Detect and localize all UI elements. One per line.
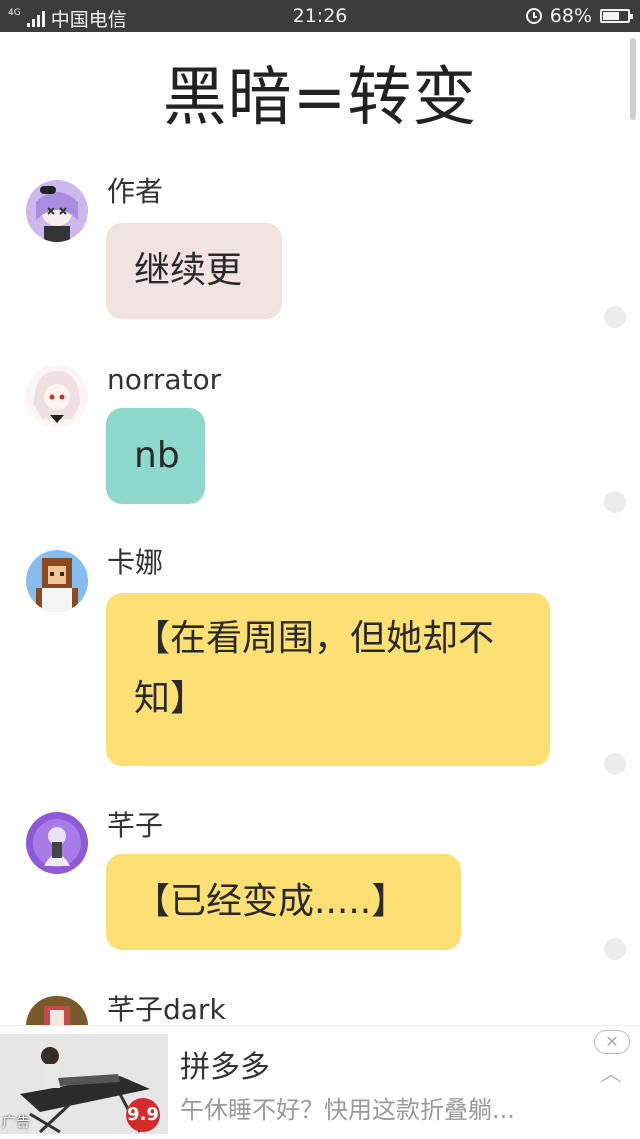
sender-name: 芊子 <box>107 809 164 842</box>
avatar-icon <box>26 180 88 242</box>
message-bubble[interactable]: 【已经变成.....】 <box>106 854 461 950</box>
page-title: 黑暗=转变 <box>162 61 478 135</box>
avatar-icon <box>26 365 88 427</box>
message-bubble[interactable]: nb <box>106 408 205 504</box>
alarm-icon <box>525 8 542 24</box>
ad-price-badge: 9.9 <box>126 1098 160 1132</box>
avatar[interactable] <box>26 996 88 1026</box>
message-indicator-dot <box>604 306 626 328</box>
chevron-up-icon[interactable]: ︿ <box>600 1056 622 1088</box>
avatar-icon <box>26 996 88 1026</box>
avatar[interactable] <box>26 550 88 612</box>
message-bubble[interactable]: 继续更 <box>106 223 282 319</box>
ad-banner[interactable]: 9.9 广告 拼多多 午休睡不好？快用这款折叠躺... ✕ ︿ <box>0 1025 640 1139</box>
avatar[interactable] <box>26 812 88 874</box>
close-icon[interactable]: ✕ <box>594 1030 630 1054</box>
message-indicator-dot <box>604 938 626 960</box>
battery-icon <box>600 9 633 23</box>
avatar-icon <box>26 812 88 874</box>
ad-image[interactable]: 9.9 广告 <box>0 1034 168 1134</box>
battery-percent: 68% <box>549 5 592 27</box>
message-indicator-dot <box>604 491 626 513</box>
avatar[interactable] <box>26 365 88 427</box>
message-indicator-dot <box>604 753 626 775</box>
sender-name: 芊子dark <box>107 993 226 1026</box>
ad-description[interactable]: 午休睡不好？快用这款折叠躺... <box>180 1090 515 1125</box>
sender-name: 卡娜 <box>107 546 164 579</box>
ad-label: 广告 <box>2 1115 30 1131</box>
sender-name: 作者 <box>107 175 164 208</box>
status-right: 68% <box>525 5 633 27</box>
avatar[interactable] <box>26 180 88 242</box>
sender-name: norrator <box>107 363 222 396</box>
ad-title[interactable]: 拼多多 <box>180 1042 270 1086</box>
message-bubble[interactable]: 【在看周围，但她却不知】 <box>106 593 550 766</box>
battery-fill <box>603 12 619 20</box>
status-bar: 4G 中国电信 21:26 68% <box>0 0 640 32</box>
avatar-icon <box>26 550 88 612</box>
